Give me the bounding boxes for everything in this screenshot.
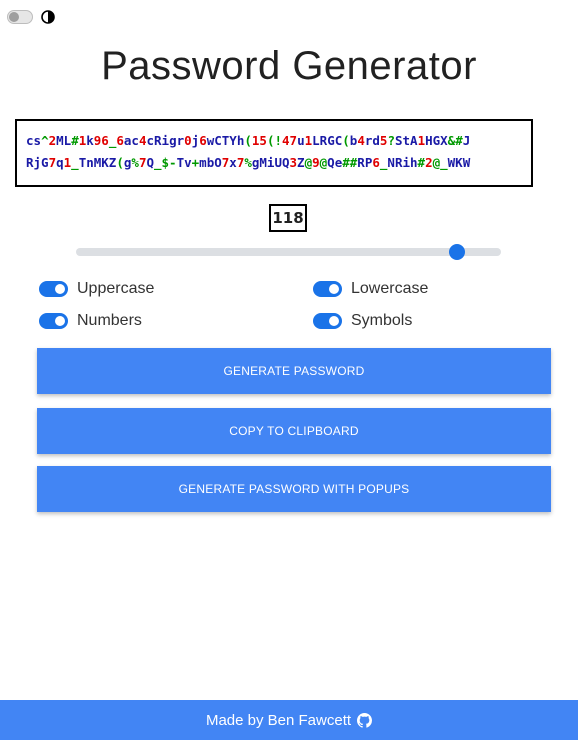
password-segment: (: [342, 133, 350, 148]
password-segment: 9: [312, 155, 320, 170]
uppercase-switch[interactable]: [39, 281, 68, 297]
password-segment: cRigr: [146, 133, 185, 148]
password-segment: @_: [432, 155, 448, 170]
password-segment: 15: [251, 133, 267, 148]
password-segment: 4: [138, 133, 147, 148]
option-numbers[interactable]: Numbers: [39, 312, 142, 330]
github-icon[interactable]: [357, 712, 373, 728]
password-line: cs^2ML#1k96_6ac4cRigr0j6wCTYh(15(!47u1LR…: [26, 130, 531, 152]
password-segment: ac: [123, 133, 139, 148]
password-segment: 0: [184, 133, 192, 148]
password-segment: %: [131, 155, 139, 170]
option-lowercase[interactable]: Lowercase: [313, 280, 428, 298]
password-line: RjG7q1_TnMKZ(g%7Q_$-Tv+mbO7x7%gMiUQ3Z@9@…: [26, 152, 531, 174]
switch-knob: [55, 316, 65, 326]
uppercase-label: Uppercase: [77, 280, 155, 297]
password-segment: RjG: [26, 155, 49, 170]
theme-toggle-knob: [9, 12, 19, 22]
symbols-label: Symbols: [351, 312, 413, 329]
contrast-icon[interactable]: [41, 10, 55, 24]
password-segment: 6: [199, 133, 207, 148]
password-segment: RP: [357, 155, 373, 170]
password-segment: #: [71, 133, 79, 148]
password-segment: ^: [41, 133, 49, 148]
password-segment: HGX: [425, 133, 448, 148]
lowercase-label: Lowercase: [351, 280, 429, 297]
password-segment: 47: [282, 133, 298, 148]
password-segment: ML: [56, 133, 72, 148]
password-segment: (: [244, 133, 252, 148]
password-segment: cs: [26, 133, 42, 148]
password-segment: &#: [447, 133, 463, 148]
length-slider[interactable]: [76, 244, 501, 260]
password-segment: Qe: [327, 155, 343, 170]
password-segment: StA: [394, 133, 418, 148]
option-symbols[interactable]: Symbols: [313, 312, 412, 330]
password-segment: x: [229, 155, 237, 170]
length-value: 118: [269, 204, 307, 232]
copy-to-clipboard-button[interactable]: COPY TO CLIPBOARD: [37, 408, 551, 454]
password-segment: _: [71, 155, 79, 170]
password-segment: LRGC: [312, 133, 343, 148]
password-segment: gMiUQ: [251, 155, 290, 170]
password-segment: 6: [372, 155, 380, 170]
footer-credit: Made by Ben Fawcett: [205, 711, 352, 729]
password-segment: u: [297, 133, 305, 148]
password-segment: 1: [417, 133, 426, 148]
slider-thumb[interactable]: [449, 244, 466, 260]
symbols-switch[interactable]: [313, 313, 342, 329]
password-segment: @: [304, 155, 313, 170]
password-segment: 2: [425, 155, 433, 170]
password-segment: WKW: [447, 155, 471, 170]
password-segment: mbO: [199, 155, 222, 170]
password-segment: #: [417, 155, 426, 170]
footer: Made by Ben Fawcett: [0, 700, 578, 740]
slider-track[interactable]: [76, 248, 501, 256]
switch-knob: [329, 316, 339, 326]
numbers-switch[interactable]: [39, 313, 68, 329]
password-segment: 2: [48, 133, 57, 148]
generate-password-popups-button[interactable]: GENERATE PASSWORD WITH POPUPS: [37, 466, 551, 512]
password-segment: 4: [357, 133, 365, 148]
password-segment: 6: [116, 133, 124, 148]
password-segment: Q: [146, 155, 154, 170]
password-segment: 96: [93, 133, 109, 148]
password-segment: (: [116, 155, 124, 170]
theme-controls: [7, 10, 55, 24]
password-display: cs^2ML#1k96_6ac4cRigr0j6wCTYh(15(!47u1LR…: [15, 119, 533, 187]
generate-password-button[interactable]: GENERATE PASSWORD: [37, 348, 551, 394]
password-segment: wCTYh: [206, 133, 245, 148]
password-segment: ?: [387, 133, 395, 148]
password-segment: 7: [48, 155, 57, 170]
password-segment: NRih: [387, 155, 418, 170]
password-segment: k: [86, 133, 94, 148]
switch-knob: [55, 284, 65, 294]
password-segment: q: [56, 155, 64, 170]
lowercase-switch[interactable]: [313, 281, 342, 297]
password-segment: TnMKZ: [78, 155, 117, 170]
password-segment: %: [244, 155, 252, 170]
option-uppercase[interactable]: Uppercase: [39, 280, 154, 298]
password-segment: _$-: [154, 155, 177, 170]
page-title: Password Generator: [101, 44, 477, 88]
password-segment: J: [462, 133, 471, 148]
password-segment: 3: [289, 155, 298, 170]
numbers-label: Numbers: [77, 312, 142, 329]
theme-toggle[interactable]: [7, 10, 33, 24]
password-segment: rd: [364, 133, 380, 148]
password-segment: ##: [342, 155, 358, 170]
password-segment: Z: [297, 155, 305, 170]
switch-knob: [329, 284, 339, 294]
password-segment: Tv: [176, 155, 192, 170]
password-segment: (!: [266, 133, 283, 148]
